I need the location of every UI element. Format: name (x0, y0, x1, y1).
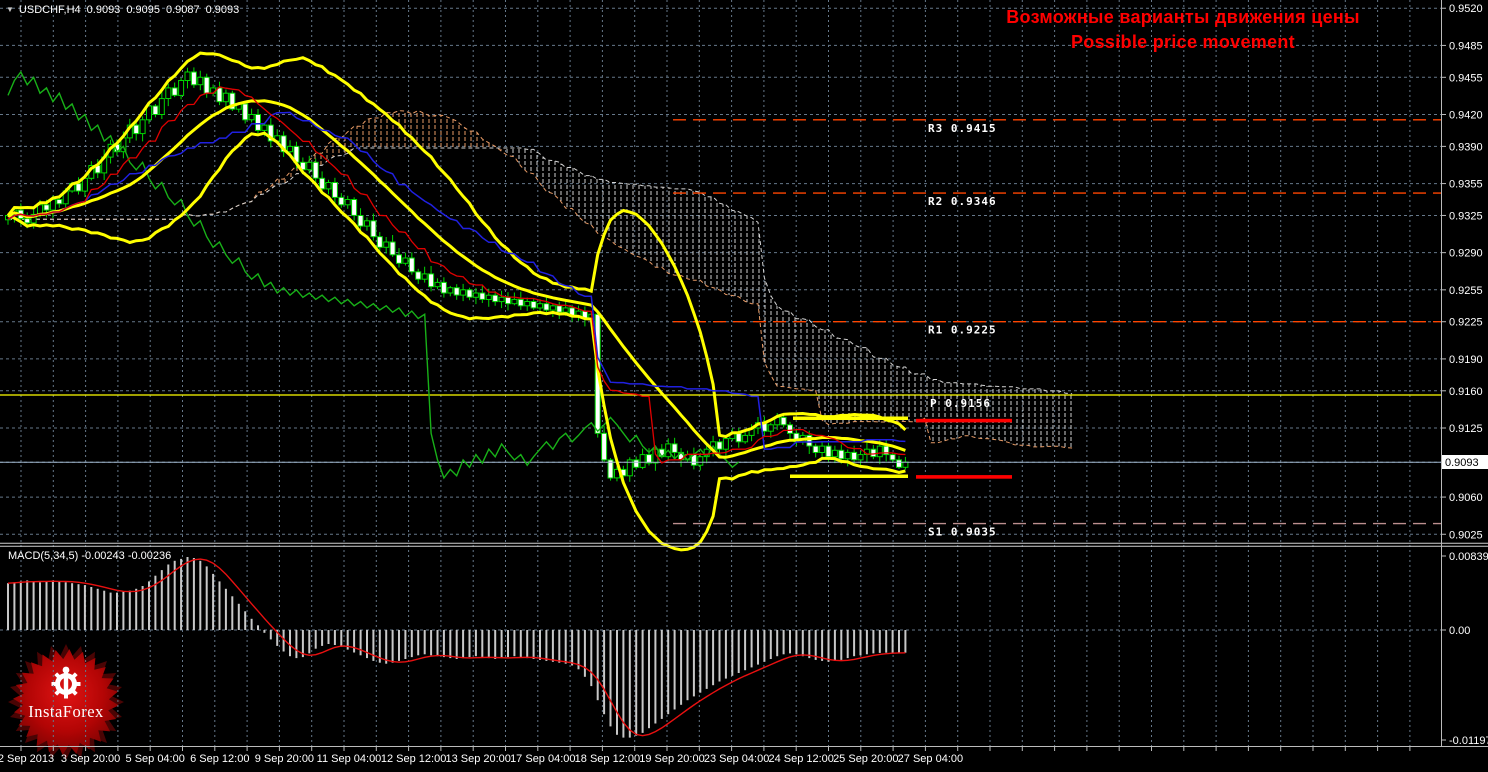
annotation-en: Possible price movement (1071, 32, 1295, 52)
time-tick-label: 5 Sep 04:00 (126, 753, 185, 765)
price-tick-label: 0.9060 (1449, 492, 1483, 504)
level-label-s1: S1 0.9035 (928, 526, 997, 539)
time-tick-label: 3 Sep 20:00 (61, 753, 120, 765)
macd-tick-label: -0.01197 (1449, 735, 1488, 747)
price-tick-label: 0.9420 (1449, 110, 1483, 122)
chart-canvas: R3 0.9415 R2 0.9346 R1 0.9225 P 0.9156 S1 0.… (0, 0, 1488, 765)
price-movement-annotation: Возможные варианты движения цены Possibl… (985, 5, 1381, 55)
mt4-chart-window: { "header": { "symbol_period": "USDCHF,H… (0, 0, 1488, 772)
time-tick-label: 13 Sep 20:00 (445, 753, 510, 765)
time-tick-label: 18 Sep 12:00 (575, 753, 640, 765)
ichimoku-cloud (8, 109, 1073, 449)
time-tick-label: 11 Sep 04:00 (317, 753, 382, 765)
pivot-levels: R3 0.9415 R2 0.9346 R1 0.9225 P 0.9156 S1 0.… (0, 119, 1441, 539)
time-tick-label: 12 Sep 12:00 (381, 753, 446, 765)
bollinger-upper (6, 51, 907, 439)
level-label-r3: R3 0.9415 (928, 122, 997, 135)
band-flat-lower (790, 474, 908, 478)
ohlc-low: 0.9087 (165, 4, 200, 16)
band-flat-upper (793, 416, 908, 420)
macd-tick-label: 0.00839 (1449, 551, 1488, 563)
price-tick-label: 0.9485 (1449, 40, 1483, 52)
projection-upper (916, 418, 1012, 423)
level-label-r2: R2 0.9346 (928, 195, 997, 208)
time-tick-label: 25 Sep 20:00 (833, 753, 898, 765)
current-price-value: 0.9093 (1445, 457, 1479, 469)
macd-tick-label: 0.00 (1449, 625, 1470, 637)
price-tick-label: 0.9225 (1449, 317, 1483, 329)
macd-indicator-label: MACD(5,34,5) -0.00243 -0.00236 (8, 550, 172, 562)
price-tick-label: 0.9255 (1449, 285, 1483, 297)
time-axis: 2 Sep 2013 3 Sep 20:00 5 Sep 04:00 6 Sep 12… (0, 753, 963, 765)
projection-lower (916, 475, 1012, 479)
chart-header-ohlc: ▼ USDCHF,H4 0.9093 0.9095 0.9087 0.9093 (6, 4, 245, 16)
chart-expand-icon[interactable]: ▼ (6, 5, 14, 14)
ohlc-high: 0.9095 (126, 4, 160, 16)
bollinger-middle (7, 99, 906, 459)
price-tick-label: 0.9190 (1449, 354, 1483, 366)
level-label-r1: R1 0.9225 (928, 324, 997, 337)
frame (0, 0, 1488, 751)
price-tick-label: 0.9355 (1449, 179, 1483, 191)
time-tick-label: 19 Sep 20:00 (639, 753, 704, 765)
price-tick-label: 0.9455 (1449, 72, 1483, 84)
price-tick-label: 0.9325 (1449, 211, 1483, 223)
time-tick-label: 27 Sep 04:00 (898, 753, 963, 765)
macd-pane (7, 557, 907, 738)
price-tick-label: 0.9290 (1449, 248, 1483, 260)
time-tick-label: 17 Sep 04:00 (510, 753, 575, 765)
price-axis: 0.9520 0.9485 0.9455 0.9420 0.9390 0.9355 0.93… (1441, 3, 1488, 747)
symbol-period: USDCHF,H4 (18, 4, 81, 16)
price-tick-label: 0.9160 (1449, 386, 1483, 398)
level-label-p: P 0.9156 (930, 397, 991, 410)
time-tick-label: 9 Sep 20:00 (255, 753, 314, 765)
price-tick-label: 0.9125 (1449, 423, 1483, 435)
time-tick-label: 6 Sep 12:00 (190, 753, 249, 765)
time-tick-label: 24 Sep 12:00 (768, 753, 833, 765)
price-tick-label: 0.9520 (1449, 3, 1483, 15)
ohlc-open: 0.9093 (86, 4, 121, 16)
time-tick-label: 2 Sep 2013 (0, 753, 54, 765)
ohlc-close: 0.9093 (205, 4, 240, 16)
time-tick-label: 23 Sep 04:00 (704, 753, 769, 765)
price-tick-label: 0.9025 (1449, 529, 1483, 541)
price-tick-label: 0.9390 (1449, 141, 1483, 153)
annotation-ru: Возможные варианты движения цены (1006, 7, 1360, 27)
